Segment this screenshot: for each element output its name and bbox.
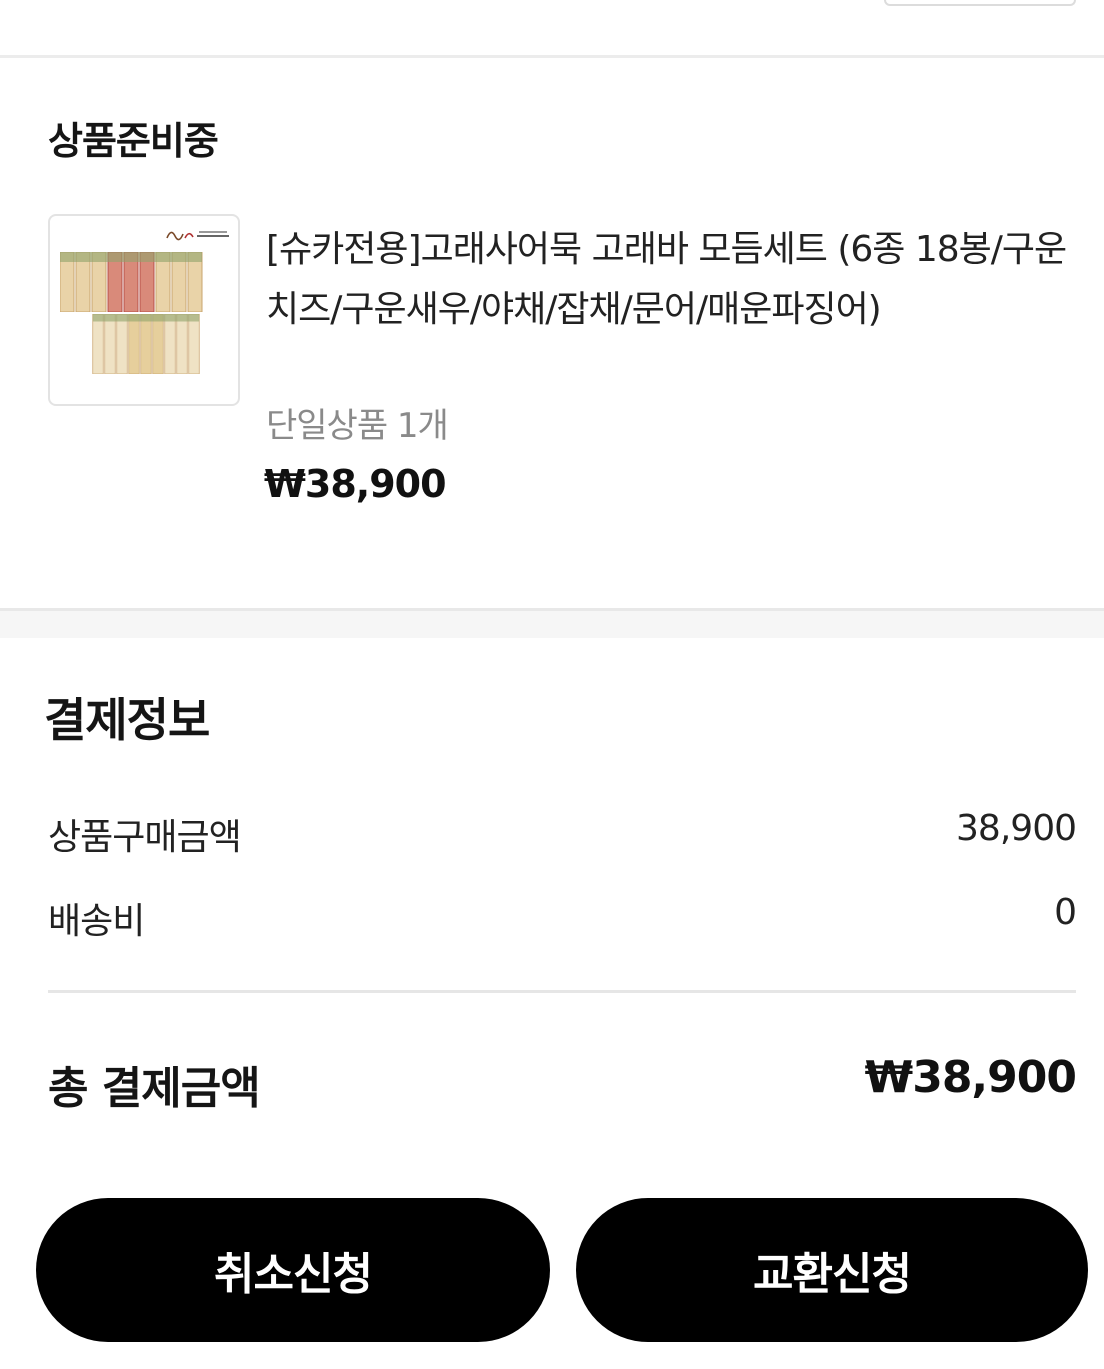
top-action-button[interactable] xyxy=(884,0,1076,6)
product-name[interactable]: [슈카전용]고래사어묵 고래바 모듬세트 (6종 18봉/구운치즈/구운새우/야… xyxy=(266,220,1076,340)
cancel-request-button[interactable]: 취소신청 xyxy=(36,1198,550,1342)
order-status-title: 상품준비중 xyxy=(48,119,219,163)
section-divider xyxy=(0,55,1104,58)
exchange-request-button[interactable]: 교환신청 xyxy=(576,1198,1088,1342)
payment-info-title: 결제정보 xyxy=(44,693,210,747)
package-row-top-icon xyxy=(60,252,203,312)
payment-row-label: 상품구매금액 xyxy=(48,817,242,858)
product-option: 단일상품 1개 xyxy=(266,406,449,446)
total-payment-label: 총 결제금액 xyxy=(48,1063,261,1114)
payment-row-shipping: 배송비 0 xyxy=(48,892,1077,942)
payment-divider xyxy=(48,990,1076,993)
payment-row-value: 38,900 xyxy=(956,808,1077,849)
payment-row-value: 0 xyxy=(1054,892,1077,933)
package-row-bottom-icon xyxy=(92,314,200,374)
payment-row-product-amount: 상품구매금액 38,900 xyxy=(48,808,1077,858)
brand-logo-icon xyxy=(166,231,229,241)
product-price: ₩38,900 xyxy=(264,462,447,506)
payment-row-label: 배송비 xyxy=(48,901,145,942)
section-divider xyxy=(0,608,1104,638)
top-strip xyxy=(0,0,1104,56)
total-payment-value: ₩38,900 xyxy=(864,1052,1077,1103)
product-thumbnail[interactable] xyxy=(48,214,240,406)
order-detail-page: 상품준비중 [슈카전용]고래사어묵 고래바 모듬세트 (6종 18봉/구운치즈/… xyxy=(0,0,1104,1369)
